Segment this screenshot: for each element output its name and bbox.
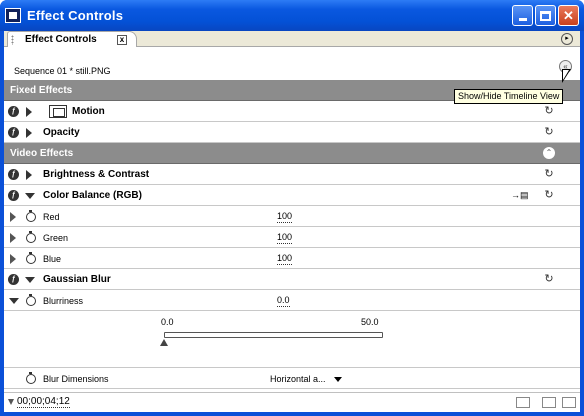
slider-max-label: 50.0 bbox=[361, 317, 379, 327]
reset-icon[interactable]: ↻ bbox=[543, 189, 555, 201]
stopwatch-icon[interactable] bbox=[26, 252, 36, 264]
property-name: Green bbox=[43, 233, 69, 243]
play-audio-icon[interactable] bbox=[516, 397, 530, 408]
property-name: Blurriness bbox=[43, 296, 84, 306]
reset-icon[interactable]: ↻ bbox=[543, 126, 555, 138]
sequence-bar: Sequence 01 * still.PNG « bbox=[4, 47, 580, 84]
expand-triangle-icon[interactable] bbox=[26, 170, 32, 180]
panel-menu-icon[interactable]: ▸ bbox=[561, 33, 573, 45]
title-bar[interactable]: Effect Controls ✕ bbox=[0, 0, 584, 31]
collapse-triangle-icon[interactable] bbox=[25, 193, 35, 199]
property-value[interactable]: 100 bbox=[277, 254, 293, 265]
effect-name: Brightness & Contrast bbox=[43, 169, 150, 180]
expand-triangle-icon[interactable] bbox=[26, 128, 32, 138]
app-icon bbox=[5, 8, 21, 23]
property-row-red[interactable]: Red 100 bbox=[4, 206, 580, 227]
trash-icon[interactable] bbox=[562, 397, 576, 408]
effect-row-opacity[interactable]: ƒ Opacity ↻ bbox=[4, 122, 580, 143]
effect-name: Color Balance (RGB) bbox=[43, 190, 142, 201]
current-timecode[interactable]: 00;00;04;12 bbox=[17, 397, 70, 408]
effect-name: Opacity bbox=[43, 127, 80, 138]
effects-list: Fixed Effects ƒ Motion ↻ ƒ Opacity ↻ Vid… bbox=[4, 80, 580, 389]
expand-triangle-icon[interactable] bbox=[26, 107, 32, 117]
blurriness-slider[interactable] bbox=[164, 332, 383, 338]
effect-row-motion[interactable]: ƒ Motion ↻ bbox=[4, 101, 580, 122]
blur-dimensions-select[interactable]: Horizontal a... bbox=[270, 374, 326, 384]
property-value[interactable]: 100 bbox=[277, 233, 293, 244]
property-value[interactable]: 0.0 bbox=[277, 296, 290, 307]
expand-triangle-icon[interactable] bbox=[10, 254, 16, 264]
minimize-button[interactable] bbox=[512, 5, 533, 26]
window-title: Effect Controls bbox=[27, 8, 124, 23]
transform-icon[interactable] bbox=[49, 105, 67, 118]
maximize-button[interactable] bbox=[535, 5, 556, 26]
property-row-green[interactable]: Green 100 bbox=[4, 227, 580, 248]
slider-min-label: 0.0 bbox=[161, 317, 174, 327]
minimize-icon bbox=[518, 18, 527, 21]
property-row-blurriness[interactable]: Blurriness 0.0 bbox=[4, 290, 580, 311]
close-button[interactable]: ✕ bbox=[558, 5, 579, 26]
collapse-triangle-icon[interactable] bbox=[9, 298, 19, 304]
fx-toggle-icon[interactable]: ƒ bbox=[8, 106, 19, 117]
effect-row-gaussian-blur[interactable]: ƒ Gaussian Blur ↻ bbox=[4, 269, 580, 290]
property-value[interactable]: 100 bbox=[277, 212, 293, 223]
collapse-icon[interactable]: ⌃ bbox=[543, 147, 555, 159]
effect-row-color-balance[interactable]: ƒ Color Balance (RGB) →▤ ↻ bbox=[4, 185, 580, 206]
chevron-down-icon[interactable] bbox=[334, 377, 342, 382]
stopwatch-icon[interactable] bbox=[26, 210, 36, 222]
tab-effect-controls[interactable]: Effect Controls x bbox=[7, 31, 137, 47]
effect-row-brightness-contrast[interactable]: ƒ Brightness & Contrast ↻ bbox=[4, 164, 580, 185]
mouse-cursor-icon bbox=[562, 69, 571, 83]
slider-thumb[interactable] bbox=[160, 339, 168, 346]
section-title: Fixed Effects bbox=[10, 85, 73, 96]
property-name: Blur Dimensions bbox=[43, 374, 109, 384]
stopwatch-icon[interactable] bbox=[26, 231, 36, 243]
timecode-menu-icon[interactable] bbox=[8, 399, 14, 405]
effect-name: Motion bbox=[72, 106, 105, 117]
stopwatch-icon[interactable] bbox=[26, 372, 36, 384]
property-row-blue[interactable]: Blue 100 bbox=[4, 248, 580, 269]
tab-close-icon[interactable]: x bbox=[117, 35, 127, 45]
grip-icon[interactable] bbox=[11, 35, 14, 45]
close-icon: ✕ bbox=[563, 7, 574, 23]
blurriness-slider-row: 0.0 50.0 bbox=[4, 311, 580, 368]
stopwatch-icon[interactable] bbox=[26, 294, 36, 306]
collapse-triangle-icon[interactable] bbox=[25, 277, 35, 283]
tab-label: Effect Controls bbox=[25, 34, 97, 45]
reset-icon[interactable]: ↻ bbox=[543, 273, 555, 285]
section-title: Video Effects bbox=[10, 148, 74, 159]
video-effects-header: Video Effects ⌃ bbox=[4, 143, 580, 164]
property-name: Red bbox=[43, 212, 60, 222]
status-bar: 00;00;04;12 bbox=[4, 392, 580, 412]
tooltip: Show/Hide Timeline View bbox=[454, 89, 564, 104]
maximize-icon bbox=[540, 10, 551, 21]
save-icon[interactable] bbox=[542, 397, 556, 408]
fx-toggle-icon[interactable]: ƒ bbox=[8, 274, 19, 285]
fx-toggle-icon[interactable]: ƒ bbox=[8, 169, 19, 180]
reset-icon[interactable]: ↻ bbox=[543, 168, 555, 180]
effect-controls-window: Effect Controls ✕ Effect Controls x ▸ Se… bbox=[0, 0, 584, 416]
property-name: Blue bbox=[43, 254, 62, 264]
expand-triangle-icon[interactable] bbox=[10, 212, 16, 222]
fx-toggle-icon[interactable]: ƒ bbox=[8, 190, 19, 201]
effect-name: Gaussian Blur bbox=[43, 274, 111, 285]
property-row-blur-dimensions[interactable]: Blur Dimensions Horizontal a... bbox=[4, 368, 580, 389]
expand-triangle-icon[interactable] bbox=[10, 233, 16, 243]
sequence-clip-label: Sequence 01 * still.PNG bbox=[14, 66, 111, 76]
fx-toggle-icon[interactable]: ƒ bbox=[8, 127, 19, 138]
effect-settings-icon[interactable]: →▤ bbox=[511, 190, 537, 200]
reset-icon[interactable]: ↻ bbox=[543, 105, 555, 117]
tab-strip: Effect Controls x ▸ bbox=[4, 31, 580, 47]
